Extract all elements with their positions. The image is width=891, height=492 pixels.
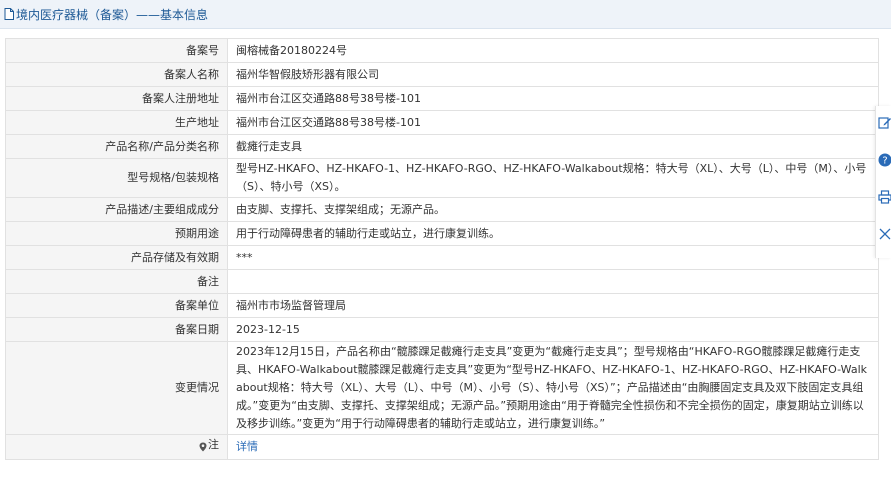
table-row: 生产地址 福州市台江区交通路88号38号楼-101	[5, 110, 879, 135]
side-toolbar: ?	[875, 106, 891, 258]
table-row: 变更情况 2023年12月15日，产品名称由“髋膝踝足截瘫行走支具”变更为“截瘫…	[5, 341, 879, 435]
record-info-table: 备案号 闽榕械备20180224号 备案人名称 福州华智假肢矫形器有限公司 备案…	[5, 38, 879, 460]
table-row: 产品名称/产品分类名称 截瘫行走支具	[5, 134, 879, 159]
help-icon[interactable]: ?	[878, 153, 891, 167]
row-label-registrant-address: 备案人注册地址	[5, 86, 228, 111]
table-row: 产品描述/主要组成成分 由支脚、支撑托、支撑架组成；无源产品。	[5, 197, 879, 222]
row-value-record-date: 2023-12-15	[227, 317, 879, 342]
row-value-intended-use: 用于行动障碍患者的辅助行走或站立，进行康复训练。	[227, 221, 879, 246]
row-label-storage: 产品存储及有效期	[5, 245, 228, 270]
close-icon[interactable]	[878, 227, 891, 241]
row-value-production-address: 福州市台江区交通路88号38号楼-101	[227, 110, 879, 135]
table-row: 产品存储及有效期 ***	[5, 245, 879, 270]
note-label-text: 注	[208, 438, 219, 451]
table-row: 备案人名称 福州华智假肢矫形器有限公司	[5, 62, 879, 87]
table-row: 备案日期 2023-12-15	[5, 317, 879, 342]
row-label-product-name: 产品名称/产品分类名称	[5, 134, 228, 159]
row-label-record-unit: 备案单位	[5, 293, 228, 318]
table-row: 型号规格/包装规格 型号HZ-HKAFO、HZ-HKAFO-1、HZ-HKAFO…	[5, 158, 879, 198]
row-label-record-date: 备案日期	[5, 317, 228, 342]
row-value-record-number: 闽榕械备20180224号	[227, 38, 879, 63]
row-label-intended-use: 预期用途	[5, 221, 228, 246]
row-value-record-unit: 福州市市场监督管理局	[227, 293, 879, 318]
row-value-storage: ***	[227, 245, 879, 270]
location-pin-icon	[199, 440, 207, 452]
row-label-note: 注	[5, 434, 228, 460]
page-title: 境内医疗器械（备案）——基本信息	[16, 7, 209, 22]
row-label-production-address: 生产地址	[5, 110, 228, 135]
row-value-registrant-address: 福州市台江区交通路88号38号楼-101	[227, 86, 879, 111]
row-value-description: 由支脚、支撑托、支撑架组成；无源产品。	[227, 197, 879, 222]
print-icon[interactable]	[878, 190, 891, 204]
row-label-change-history: 变更情况	[5, 341, 228, 435]
svg-text:?: ?	[882, 156, 887, 167]
table-row: 备案单位 福州市市场监督管理局	[5, 293, 879, 318]
row-label-model-spec: 型号规格/包装规格	[5, 158, 228, 198]
row-value-model-spec: 型号HZ-HKAFO、HZ-HKAFO-1、HZ-HKAFO-RGO、HZ-HK…	[227, 158, 879, 198]
table-row: 备案号 闽榕械备20180224号	[5, 38, 879, 63]
details-link[interactable]: 详情	[236, 440, 258, 453]
table-row: 备案人注册地址 福州市台江区交通路88号38号楼-101	[5, 86, 879, 111]
row-label-record-number: 备案号	[5, 38, 228, 63]
row-value-note: 详情	[227, 434, 879, 460]
table-row: 预期用途 用于行动障碍患者的辅助行走或站立，进行康复训练。	[5, 221, 879, 246]
table-row: 备注	[5, 269, 879, 294]
row-value-registrant-name: 福州华智假肢矫形器有限公司	[227, 62, 879, 87]
row-value-change-history: 2023年12月15日，产品名称由“髋膝踝足截瘫行走支具”变更为“截瘫行走支具”…	[227, 341, 879, 435]
row-value-remarks	[227, 269, 879, 294]
table-row: 注 详情	[5, 434, 879, 460]
row-label-registrant-name: 备案人名称	[5, 62, 228, 87]
row-label-description: 产品描述/主要组成成分	[5, 197, 228, 222]
row-value-product-name: 截瘫行走支具	[227, 134, 879, 159]
page-header: 境内医疗器械（备案）——基本信息	[0, 0, 891, 29]
row-label-remarks: 备注	[5, 269, 228, 294]
document-icon	[4, 8, 14, 20]
edit-icon[interactable]	[878, 116, 891, 130]
